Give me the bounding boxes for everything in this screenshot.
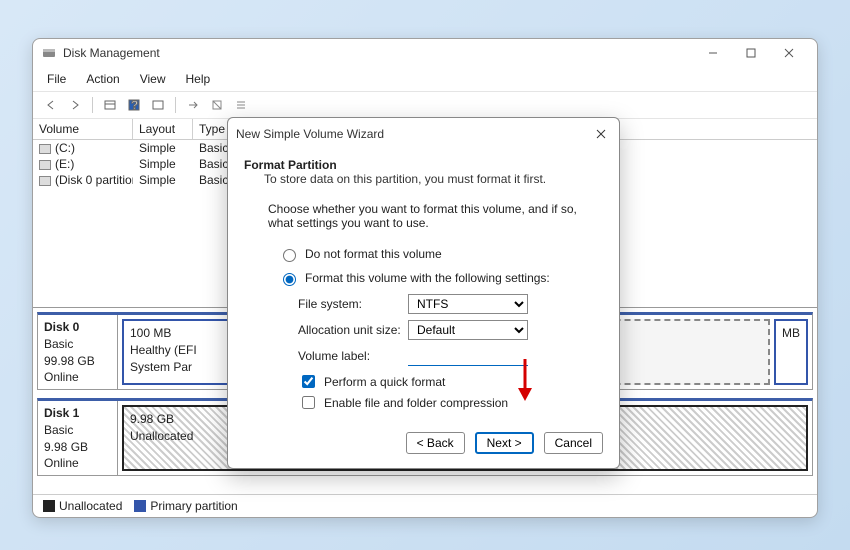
legend-primary-icon [134,500,146,512]
toolbar: ? [33,92,817,119]
dialog-close-button[interactable] [591,124,611,144]
dialog-subheading: To store data on this partition, you mus… [264,172,603,186]
minimize-button[interactable] [701,43,725,63]
quick-format-checkbox[interactable]: Perform a quick format [298,372,603,391]
radio-no-format[interactable]: Do not format this volume [278,246,603,262]
menu-view[interactable]: View [136,70,170,88]
legend-unallocated-icon [43,500,55,512]
list-icon[interactable] [231,95,251,115]
legend: Unallocated Primary partition [33,494,817,517]
compression-checkbox[interactable]: Enable file and folder compression [298,393,603,412]
partition-box[interactable]: 100 MB Healthy (EFI System Par [122,319,232,385]
column-layout[interactable]: Layout [133,119,193,139]
cancel-button[interactable]: Cancel [544,432,603,454]
radio-format[interactable]: Format this volume with the following se… [278,270,603,286]
volume-label-label: Volume label: [298,349,408,363]
close-button[interactable] [777,43,801,63]
settings-icon[interactable] [207,95,227,115]
file-system-select[interactable]: NTFS [408,294,528,314]
show-hide-icon[interactable] [100,95,120,115]
new-simple-volume-wizard-dialog: New Simple Volume Wizard Format Partitio… [227,117,620,469]
column-volume[interactable]: Volume [33,119,133,139]
disk-info: Disk 0 Basic 99.98 GB Online [38,315,118,389]
menubar: File Action View Help [33,67,817,92]
forward-icon[interactable] [65,95,85,115]
properties-icon[interactable] [148,95,168,115]
next-button[interactable]: Next > [475,432,534,454]
volume-label-input[interactable] [408,346,528,366]
window-title: Disk Management [63,46,701,60]
partition-box[interactable]: MB [774,319,808,385]
titlebar: Disk Management [33,39,817,67]
app-icon [41,45,57,61]
back-icon[interactable] [41,95,61,115]
back-button[interactable]: < Back [406,432,465,454]
dialog-description: Choose whether you want to format this v… [268,202,579,230]
file-system-label: File system: [298,297,408,311]
allocation-size-select[interactable]: Default [408,320,528,340]
menu-help[interactable]: Help [182,70,215,88]
action-icon[interactable] [183,95,203,115]
disk-info: Disk 1 Basic 9.98 GB Online [38,401,118,475]
help-icon[interactable]: ? [124,95,144,115]
dialog-heading: Format Partition [244,158,603,172]
maximize-button[interactable] [739,43,763,63]
menu-file[interactable]: File [43,70,70,88]
svg-text:?: ? [131,98,138,112]
dialog-title: New Simple Volume Wizard [236,127,591,141]
menu-action[interactable]: Action [82,70,123,88]
allocation-size-label: Allocation unit size: [298,323,408,337]
